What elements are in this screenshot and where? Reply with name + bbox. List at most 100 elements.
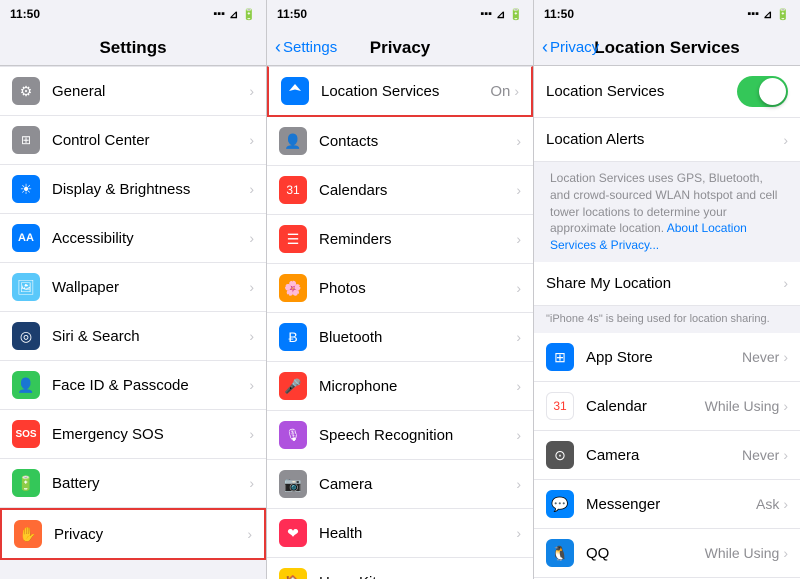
appstore-icon: ⊞ bbox=[546, 343, 574, 371]
privacy-item-camera[interactable]: 📷 Camera › bbox=[267, 460, 533, 509]
display-chevron: › bbox=[249, 181, 254, 197]
appstore-value: Never bbox=[742, 349, 779, 365]
app-item-camera[interactable]: ⊙ Camera Never › bbox=[534, 431, 800, 480]
location-info-text: Location Services uses GPS, Bluetooth, a… bbox=[534, 162, 800, 262]
appstore-chevron: › bbox=[783, 349, 788, 365]
privacy-item-contacts[interactable]: 👤 Contacts › bbox=[267, 117, 533, 166]
speech-label: Speech Recognition bbox=[319, 427, 516, 444]
accessibility-chevron: › bbox=[249, 230, 254, 246]
messenger-chevron: › bbox=[783, 496, 788, 512]
settings-item-faceid[interactable]: 👤 Face ID & Passcode › bbox=[0, 361, 266, 410]
privacy-item-homekit[interactable]: 🏠 HomeKit › bbox=[267, 558, 533, 579]
privacy-back-button[interactable]: ‹ Settings bbox=[275, 37, 337, 58]
location-services-value: On bbox=[490, 83, 510, 100]
location-services-label: Location Services bbox=[321, 83, 490, 100]
app-item-messenger[interactable]: 💬 Messenger Ask › bbox=[534, 480, 800, 529]
microphone-label: Microphone bbox=[319, 378, 516, 395]
accessibility-label: Accessibility bbox=[52, 230, 249, 247]
qq-value: While Using bbox=[705, 545, 780, 561]
general-icon: ⚙ bbox=[12, 77, 40, 105]
privacy-item-calendars[interactable]: 31 Calendars › bbox=[267, 166, 533, 215]
settings-item-control-center[interactable]: ⊞ Control Center › bbox=[0, 116, 266, 165]
privacy-header: ‹ Settings Privacy bbox=[267, 28, 533, 66]
health-icon: ❤ bbox=[279, 519, 307, 547]
settings-item-sos[interactable]: SOS Emergency SOS › bbox=[0, 410, 266, 459]
homekit-chevron: › bbox=[516, 574, 521, 579]
privacy-item-health[interactable]: ❤ Health › bbox=[267, 509, 533, 558]
privacy-list[interactable]: Location Services On › 👤 Contacts › 31 C… bbox=[267, 66, 533, 579]
location-services-toggle-row[interactable]: Location Services bbox=[534, 66, 800, 118]
privacy-title: Privacy bbox=[370, 38, 431, 58]
location-title: Location Services bbox=[594, 38, 740, 58]
app-item-appstore[interactable]: ⊞ App Store Never › bbox=[534, 333, 800, 382]
location-back-arrow-icon: ‹ bbox=[542, 37, 548, 58]
battery-icon: 🔋 bbox=[12, 469, 40, 497]
control-center-icon: ⊞ bbox=[12, 126, 40, 154]
qq-chevron: › bbox=[783, 545, 788, 561]
privacy-item-location[interactable]: Location Services On › bbox=[267, 66, 533, 117]
homekit-label: HomeKit bbox=[319, 574, 516, 579]
settings-item-privacy[interactable]: ✋ Privacy › bbox=[0, 508, 266, 560]
bluetooth-icon: Ƀ bbox=[279, 323, 307, 351]
app-item-calendar[interactable]: 31 Calendar While Using › bbox=[534, 382, 800, 431]
settings-item-siri[interactable]: ◎ Siri & Search › bbox=[0, 312, 266, 361]
camera-app-chevron: › bbox=[783, 447, 788, 463]
location-back-label: Privacy bbox=[550, 39, 599, 56]
photos-icon: 🌸 bbox=[279, 274, 307, 302]
battery-chevron: › bbox=[249, 475, 254, 491]
camera-app-icon: ⊙ bbox=[546, 441, 574, 469]
privacy-item-microphone[interactable]: 🎤 Microphone › bbox=[267, 362, 533, 411]
privacy-item-photos[interactable]: 🌸 Photos › bbox=[267, 264, 533, 313]
privacy-item-speech[interactable]: 🎙 Speech Recognition › bbox=[267, 411, 533, 460]
settings-header: Settings bbox=[0, 28, 266, 66]
about-link[interactable]: About Location Services & Privacy... bbox=[550, 221, 747, 252]
panel-settings: Settings ⚙ General › ⊞ Control Center › … bbox=[0, 28, 267, 579]
settings-title: Settings bbox=[99, 38, 166, 58]
siri-chevron: › bbox=[249, 328, 254, 344]
privacy-icon: ✋ bbox=[14, 520, 42, 548]
share-my-location-row[interactable]: Share My Location › bbox=[534, 262, 800, 306]
bluetooth-chevron: › bbox=[516, 329, 521, 345]
location-services-toggle[interactable] bbox=[737, 76, 788, 107]
siri-label: Siri & Search bbox=[52, 328, 249, 345]
calendar-chevron: › bbox=[783, 398, 788, 414]
contacts-label: Contacts bbox=[319, 133, 516, 150]
contacts-icon: 👤 bbox=[279, 127, 307, 155]
location-back-button[interactable]: ‹ Privacy bbox=[542, 37, 599, 58]
share-location-label: Share My Location bbox=[546, 275, 783, 292]
settings-item-wallpaper[interactable]: 🖼 Wallpaper › bbox=[0, 263, 266, 312]
calendar-label: Calendar bbox=[586, 398, 705, 415]
privacy-item-bluetooth[interactable]: Ƀ Bluetooth › bbox=[267, 313, 533, 362]
location-list[interactable]: Location Services Location Alerts › Loca… bbox=[534, 66, 800, 579]
bluetooth-label: Bluetooth bbox=[319, 329, 516, 346]
settings-item-battery[interactable]: 🔋 Battery › bbox=[0, 459, 266, 508]
panel-privacy: ‹ Settings Privacy Location Services On … bbox=[267, 28, 534, 579]
settings-item-general[interactable]: ⚙ General › bbox=[0, 66, 266, 116]
health-chevron: › bbox=[516, 525, 521, 541]
general-chevron: › bbox=[249, 83, 254, 99]
sos-label: Emergency SOS bbox=[52, 426, 249, 443]
share-note: "iPhone 4s" is being used for location s… bbox=[534, 306, 800, 333]
share-location-chevron: › bbox=[783, 275, 788, 291]
camera-app-value: Never bbox=[742, 447, 779, 463]
location-alerts-row[interactable]: Location Alerts › bbox=[534, 118, 800, 162]
calendars-icon: 31 bbox=[279, 176, 307, 204]
wallpaper-chevron: › bbox=[249, 279, 254, 295]
calendar-value: While Using bbox=[705, 398, 780, 414]
faceid-chevron: › bbox=[249, 377, 254, 393]
messenger-value: Ask bbox=[756, 496, 779, 512]
wallpaper-icon: 🖼 bbox=[12, 273, 40, 301]
status-icons-1: ▪▪▪ ⊿ 🔋 bbox=[213, 8, 256, 21]
faceid-icon: 👤 bbox=[12, 371, 40, 399]
app-item-qq[interactable]: 🐧 QQ While Using › bbox=[534, 529, 800, 578]
privacy-item-reminders[interactable]: ☰ Reminders › bbox=[267, 215, 533, 264]
calendars-label: Calendars bbox=[319, 182, 516, 199]
display-label: Display & Brightness bbox=[52, 181, 249, 198]
battery-label: Battery bbox=[52, 475, 249, 492]
status-icons-3: ▪▪▪ ⊿ 🔋 bbox=[747, 8, 790, 21]
status-bar-3: 11:50 ▪▪▪ ⊿ 🔋 bbox=[534, 0, 800, 28]
calendar-icon: 31 bbox=[546, 392, 574, 420]
settings-item-display[interactable]: ☀ Display & Brightness › bbox=[0, 165, 266, 214]
settings-item-accessibility[interactable]: AA Accessibility › bbox=[0, 214, 266, 263]
settings-list[interactable]: ⚙ General › ⊞ Control Center › ☀ Display… bbox=[0, 66, 266, 579]
